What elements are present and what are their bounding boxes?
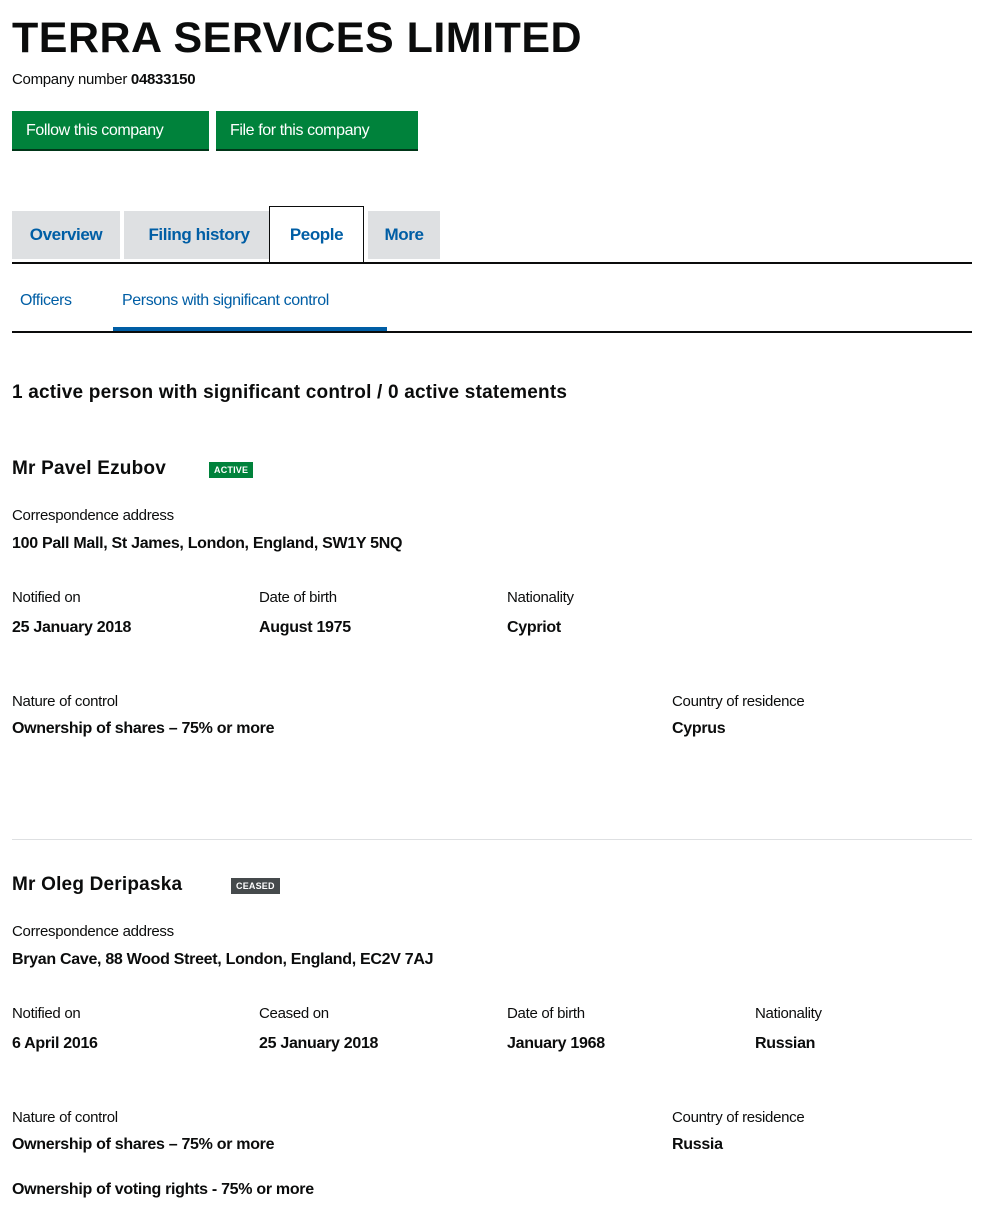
- tab-overview[interactable]: Overview: [12, 211, 120, 259]
- follow-company-button[interactable]: Follow this company: [12, 111, 209, 151]
- ceased-label: Ceased on: [259, 1005, 329, 1022]
- residence-label: Country of residence: [672, 1109, 805, 1126]
- psc-summary-heading: 1 active person with significant control…: [12, 382, 568, 403]
- subtabs-divider: [12, 331, 972, 333]
- nationality-label: Nationality: [755, 1005, 822, 1022]
- status-badge: ACTIVE: [209, 462, 254, 478]
- address-value: Bryan Cave, 88 Wood Street, London, Engl…: [12, 951, 434, 968]
- subtab-persons-with-significant-control[interactable]: Persons with significant control: [122, 292, 329, 310]
- address-label: Correspondence address: [12, 507, 174, 524]
- control-value: Ownership of voting rights - 75% or more: [12, 1181, 314, 1198]
- control-value: Ownership of shares – 75% or more: [12, 720, 275, 737]
- dob-label: Date of birth: [259, 589, 337, 606]
- file-for-company-button[interactable]: File for this company: [216, 111, 418, 151]
- tab-filing-history[interactable]: Filing history: [124, 211, 274, 259]
- dob-label: Date of birth: [507, 1005, 585, 1022]
- residence-value: Cyprus: [672, 720, 726, 737]
- notified-label: Notified on: [12, 1005, 81, 1022]
- notified-value: 25 January 2018: [12, 619, 132, 636]
- nationality-value: Cypriot: [507, 619, 561, 636]
- status-badge: CEASED: [231, 878, 280, 894]
- residence-value: Russia: [672, 1136, 723, 1153]
- ceased-value: 25 January 2018: [259, 1035, 379, 1052]
- address-value: 100 Pall Mall, St James, London, England…: [12, 535, 403, 552]
- person-divider: [12, 839, 972, 840]
- control-label: Nature of control: [12, 693, 118, 710]
- person-name: Mr Oleg Deripaska: [12, 874, 183, 895]
- dob-value: August 1975: [259, 619, 351, 636]
- subtab-officers[interactable]: Officers: [20, 292, 72, 310]
- person-name: Mr Pavel Ezubov: [12, 458, 166, 479]
- notified-label: Notified on: [12, 589, 81, 606]
- tabs-divider: [12, 262, 972, 264]
- company-number: Company number 04833150: [12, 71, 196, 88]
- company-number-label: Company number: [12, 71, 128, 88]
- nationality-label: Nationality: [507, 589, 574, 606]
- nationality-value: Russian: [755, 1035, 816, 1052]
- control-value: Ownership of shares – 75% or more: [12, 1136, 275, 1153]
- address-label: Correspondence address: [12, 923, 174, 940]
- tab-more[interactable]: More: [368, 211, 440, 259]
- tab-people[interactable]: People: [269, 206, 364, 263]
- company-number-value: 04833150: [130, 71, 196, 88]
- control-label: Nature of control: [12, 1109, 118, 1126]
- company-name: TERRA SERVICES LIMITED: [12, 14, 583, 62]
- dob-value: January 1968: [507, 1035, 605, 1052]
- notified-value: 6 April 2016: [12, 1035, 98, 1052]
- residence-label: Country of residence: [672, 693, 805, 710]
